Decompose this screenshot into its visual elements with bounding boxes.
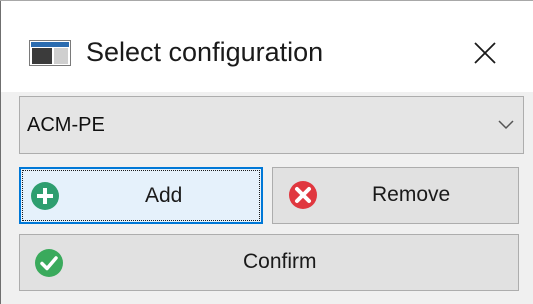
add-button[interactable]: Add xyxy=(19,167,263,224)
confirm-button-label: Confirm xyxy=(243,250,317,273)
check-circle-icon xyxy=(35,249,63,277)
close-button[interactable] xyxy=(463,31,507,75)
configuration-dropdown[interactable]: ACM-PE xyxy=(19,96,524,154)
close-icon xyxy=(474,42,496,64)
dropdown-selected-value: ACM-PE xyxy=(27,114,105,136)
plus-circle-icon xyxy=(31,182,59,210)
add-button-label: Add xyxy=(145,184,183,207)
remove-button-label: Remove xyxy=(372,183,451,206)
window-title: Select configuration xyxy=(86,37,324,67)
window-app-icon xyxy=(29,40,71,66)
dialog-window: Select configuration ACM-PE Add Remove C… xyxy=(0,0,533,304)
title-bar[interactable]: Select configuration xyxy=(1,1,533,92)
x-circle-icon xyxy=(289,181,317,209)
chevron-down-icon xyxy=(498,120,514,130)
confirm-button[interactable]: Confirm xyxy=(19,234,519,291)
remove-button[interactable]: Remove xyxy=(272,167,519,224)
